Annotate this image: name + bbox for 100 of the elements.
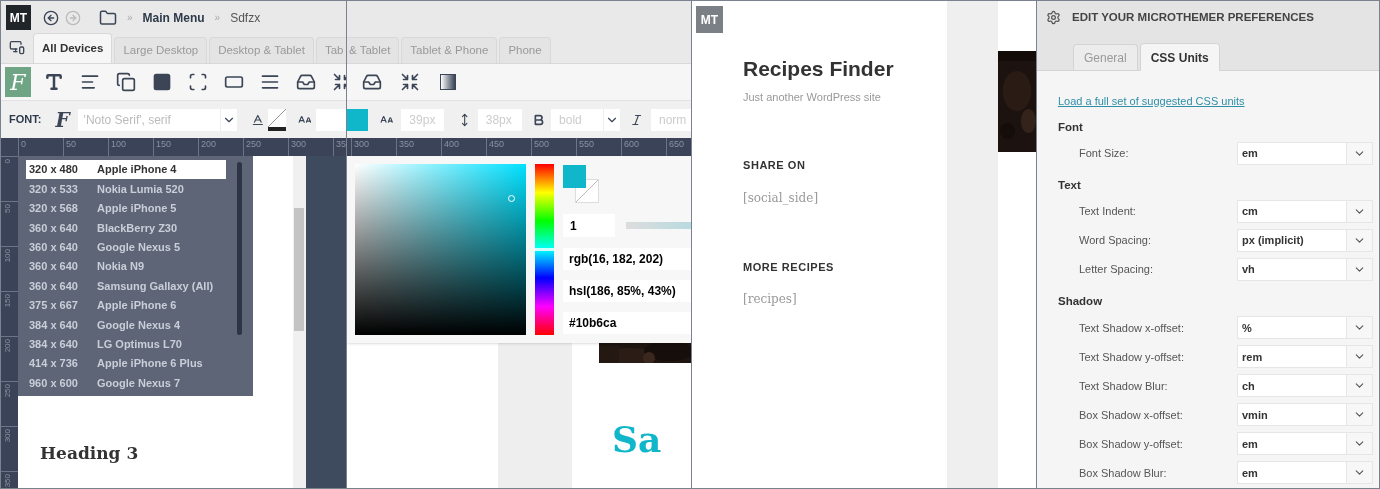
device-tab[interactable]: Tablet & Phone [401, 37, 498, 63]
group-heading: Font [1058, 119, 1083, 135]
ruler-label: 400 [444, 139, 460, 149]
saturation-area[interactable] [355, 164, 526, 335]
unit-select[interactable]: vh [1237, 258, 1373, 281]
padding-icon[interactable] [188, 72, 208, 92]
alpha-field[interactable]: 1 [563, 214, 615, 237]
ruler-label: 600 [624, 139, 640, 149]
widget-title: SHARE ON [743, 158, 806, 173]
device-tab[interactable]: Tab [315, 37, 346, 63]
scrollbar[interactable] [293, 156, 306, 488]
inbox-icon[interactable] [362, 72, 382, 92]
breadcrumb-separator: » [214, 11, 221, 25]
device-tab[interactable]: All Devices [33, 33, 113, 63]
setting-label: Box Shadow Blur: [1078, 465, 1168, 481]
widget-content: [recipes] [743, 291, 797, 308]
site-tagline: Just another WordPress site [743, 89, 881, 105]
device-option[interactable]: 384 x 640 Google Nexus 4 [26, 315, 226, 335]
text-icon[interactable] [44, 72, 64, 92]
setting-label: Box Shadow y-offset: [1078, 436, 1184, 452]
device-option[interactable]: 360 x 640 Samsung Gallaxy (All) [26, 276, 226, 296]
preview-heading: Sa [612, 419, 662, 459]
gradient-icon[interactable] [440, 74, 456, 90]
logo[interactable]: MT [696, 6, 723, 33]
ruler-label: 50 [66, 139, 76, 149]
unit-select[interactable]: vmin [1237, 403, 1373, 427]
border-icon[interactable] [260, 72, 280, 92]
device-option[interactable]: 360 x 640 BlackBerry Z30 [26, 218, 226, 238]
device-tab[interactable]: Phone [499, 37, 551, 63]
dropdown-button[interactable] [603, 108, 620, 131]
unit-select[interactable]: em [1237, 461, 1373, 485]
font-glyph[interactable]: F [5, 67, 31, 97]
rgb-field[interactable]: rgb(16, 182, 202) [563, 248, 691, 270]
unit-select[interactable]: em [1237, 432, 1373, 456]
unit-select[interactable]: em [1237, 141, 1373, 165]
collapse-icon[interactable] [400, 72, 420, 92]
unit-select[interactable]: ch [1237, 374, 1373, 398]
setting-label: Text Shadow x-offset: [1078, 320, 1185, 336]
device-tab[interactable]: & Tablet [347, 37, 400, 63]
widget-title: MORE RECIPES [743, 259, 834, 275]
device-option[interactable]: 384 x 640 LG Optimus L70 [26, 334, 226, 354]
device-option[interactable]: 375 x 667 Apple iPhone 6 [26, 295, 226, 316]
background-icon[interactable] [152, 72, 172, 92]
group-heading: Text [1058, 177, 1081, 193]
unit-select[interactable]: px (implicit) [1237, 229, 1373, 252]
unit-select[interactable]: rem [1237, 345, 1373, 369]
devices-icon[interactable] [9, 39, 25, 55]
color-swatch [563, 165, 586, 188]
device-option[interactable]: 320 x 568 Apple iPhone 5 [26, 198, 226, 219]
ruler-label: 200 [3, 339, 13, 353]
ruler-label: 200 [201, 139, 217, 149]
scrollbar-thumb[interactable] [237, 162, 242, 335]
device-option[interactable]: 960 x 600 Google Nexus 7 [26, 373, 226, 393]
font-family-glyph: F [55, 106, 70, 134]
site-title[interactable]: Recipes Finder [743, 53, 894, 85]
color-swatch[interactable] [268, 108, 287, 131]
font-label: FONT: [9, 112, 42, 128]
widget-content: [social_side] [743, 189, 819, 207]
inbox-icon[interactable] [296, 72, 316, 92]
unit-select[interactable]: cm [1237, 200, 1373, 223]
folder-icon[interactable] [99, 8, 117, 27]
preferences-tab[interactable]: General [1073, 44, 1138, 70]
logo[interactable]: MT [6, 5, 31, 30]
setting-label: Text Indent: [1078, 204, 1137, 220]
setting-label: Font Size: [1078, 146, 1130, 161]
device-option[interactable]: 360 x 640 Google Nexus 5 [26, 237, 226, 257]
hex-field[interactable]: #10b6ca [563, 312, 691, 334]
hue-slider[interactable] [535, 164, 554, 335]
font-family-field[interactable]: 'Noto Serif', serif [77, 108, 220, 131]
preview-heading: Heading 3 [40, 442, 139, 464]
hsl-field[interactable]: hsl(186, 85%, 43%) [563, 280, 691, 302]
ruler-label: 150 [3, 294, 13, 308]
device-option[interactable]: 414 x 736 Apple iPhone 6 Plus [26, 353, 226, 374]
breadcrumb-separator: » [127, 11, 133, 25]
setting-label: Text Shadow Blur: [1078, 378, 1169, 394]
breadcrumb-item[interactable]: Main Menu [142, 8, 205, 27]
suggested-units-link[interactable]: Load a full set of suggested CSS units [1058, 93, 1245, 110]
ruler-label: 350 [399, 139, 415, 149]
ruler-label: 300 [3, 429, 13, 443]
ruler-label: 250 [3, 384, 13, 398]
input-field[interactable] [316, 108, 346, 131]
device-option[interactable]: 320 x 480 Apple iPhone 4 [26, 160, 226, 180]
shadow-icon[interactable] [116, 72, 136, 92]
device-tab[interactable]: Large Desktop [114, 37, 208, 63]
hue-marker[interactable] [535, 248, 554, 251]
ruler-label: 0 [3, 159, 13, 164]
color-swatch[interactable] [347, 108, 368, 131]
preferences-tab[interactable]: CSS Units [1139, 43, 1220, 71]
back-icon[interactable] [43, 9, 59, 26]
ruler-label: 250 [246, 139, 262, 149]
unit-select[interactable]: % [1237, 316, 1373, 340]
setting-label: Box Shadow x-offset: [1078, 407, 1184, 423]
device-tab[interactable]: Desktop & Tablet [209, 37, 314, 63]
device-option[interactable]: 320 x 533 Nokia Lumia 520 [26, 179, 226, 199]
ruler-label: 300 [354, 139, 370, 149]
align-icon[interactable] [80, 72, 100, 92]
ruler-label: 650 [669, 139, 685, 149]
ruler-label: 450 [489, 139, 505, 149]
settings-icon [1046, 10, 1061, 25]
device-option[interactable]: 360 x 640 Nokia N9 [26, 256, 226, 277]
